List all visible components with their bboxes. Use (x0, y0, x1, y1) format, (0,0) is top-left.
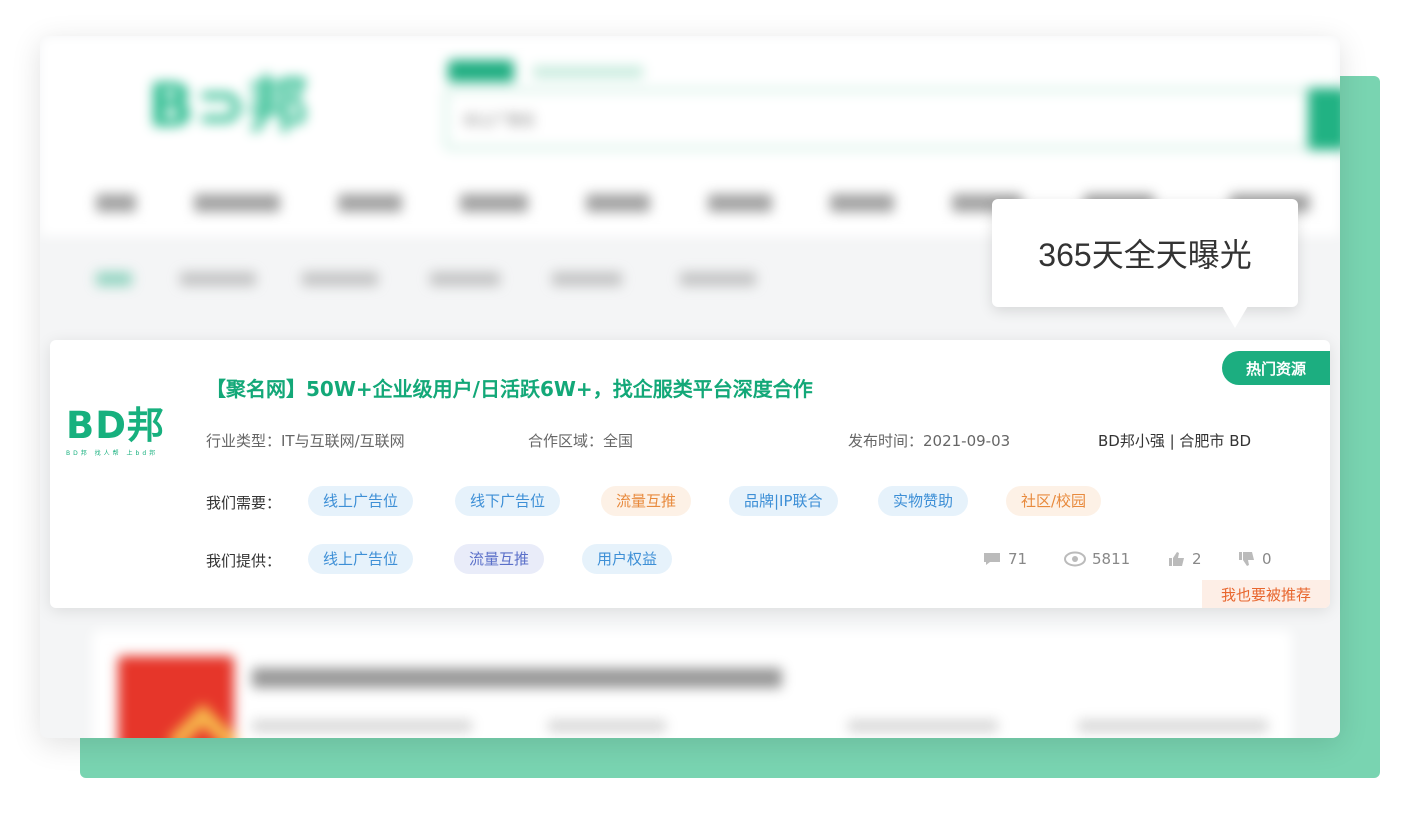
search-tab-active[interactable] (448, 60, 514, 82)
need-tag[interactable]: 流量互推 (601, 486, 692, 516)
comment-count: 71 (1008, 550, 1028, 568)
like-stat[interactable]: 2 (1168, 550, 1202, 568)
offer-tag[interactable]: 用户权益 (582, 544, 673, 574)
nav-item[interactable] (96, 194, 136, 212)
need-tag[interactable]: 社区/校园 (1006, 486, 1102, 516)
category-tab[interactable] (302, 272, 378, 286)
category-tab[interactable] (430, 272, 500, 286)
author-info[interactable]: BD邦小强 | 合肥市 BD (1098, 430, 1251, 451)
tooltip-arrow (1222, 306, 1248, 328)
listing-meta (548, 720, 666, 732)
exposure-tooltip: 365天全天曝光 (992, 199, 1298, 307)
view-stat: 5811 (1064, 550, 1130, 568)
need-tag[interactable]: 实物赞助 (878, 486, 969, 516)
offers-label: 我们提供： (206, 552, 282, 570)
view-count: 5811 (1092, 550, 1131, 568)
listing-logo-text: BD邦 (66, 404, 165, 447)
site-logo[interactable]: B⊃邦 (148, 66, 353, 146)
needs-label: 我们需要： (206, 494, 282, 512)
nav-item[interactable] (338, 194, 402, 212)
thumbs-up-icon (1169, 552, 1184, 566)
offer-tag[interactable]: 线上广告位 (308, 544, 414, 574)
listing-meta (1078, 720, 1268, 732)
search-button[interactable] (1308, 88, 1340, 150)
need-tag[interactable]: 线下广告位 (455, 486, 561, 516)
hot-resource-badge: 热门资源 (1222, 351, 1330, 385)
search-tab-other[interactable] (533, 66, 644, 78)
recommend-me-button[interactable]: 我也要被推荐 (1202, 580, 1330, 608)
category-tab[interactable] (552, 272, 622, 286)
industry-type: 行业类型：IT与互联网/互联网 (206, 432, 405, 450)
cooperation-region: 合作区域：全国 (528, 432, 634, 450)
need-tag[interactable]: 线上广告位 (308, 486, 414, 516)
comment-stat[interactable]: 71 (982, 550, 1027, 568)
nav-item[interactable] (460, 194, 528, 212)
listing-thumbnail (118, 656, 239, 738)
publish-date: 发布时间：2021-09-03 (848, 432, 1011, 450)
search-input[interactable]: ID上广告位 (444, 88, 1322, 150)
chevron-up-icon (167, 703, 239, 738)
listing-title (252, 668, 782, 688)
need-tag[interactable]: 品牌|IP联合 (729, 486, 838, 516)
nav-item[interactable] (830, 194, 894, 212)
listing-meta (252, 720, 472, 732)
dislike-count: 0 (1262, 550, 1272, 568)
nav-item[interactable] (586, 194, 650, 212)
tooltip-text: 365天全天曝光 (1038, 237, 1252, 273)
listing-meta (848, 720, 998, 732)
listing-title[interactable]: 【聚名网】50W+企业级用户/日活跃6W+，找企服类平台深度合作 (206, 373, 813, 402)
listing-logo: BD邦 BD邦 找人帮 上bd邦 (66, 404, 184, 464)
site-logo-mark: B⊃邦 (148, 71, 311, 141)
featured-listing-card[interactable]: BD邦 BD邦 找人帮 上bd邦 【聚名网】50W+企业级用户/日活跃6W+，找… (50, 340, 1330, 608)
nav-item[interactable] (194, 194, 280, 212)
category-tab[interactable] (680, 272, 756, 286)
comment-icon (984, 553, 1000, 565)
category-tab-active[interactable] (96, 272, 132, 286)
eye-icon (1064, 551, 1086, 567)
search-placeholder: ID上广告位 (464, 113, 535, 129)
listing-logo-sub: BD邦 找人帮 上bd邦 (66, 450, 159, 457)
next-listing-card[interactable] (92, 630, 1292, 738)
offer-tag[interactable]: 流量互推 (454, 544, 545, 574)
thumbs-down-icon (1239, 552, 1254, 566)
category-tab[interactable] (180, 272, 256, 286)
nav-item[interactable] (708, 194, 772, 212)
search-tabs (448, 60, 644, 82)
like-count: 2 (1192, 550, 1202, 568)
dislike-stat[interactable]: 0 (1238, 550, 1272, 568)
